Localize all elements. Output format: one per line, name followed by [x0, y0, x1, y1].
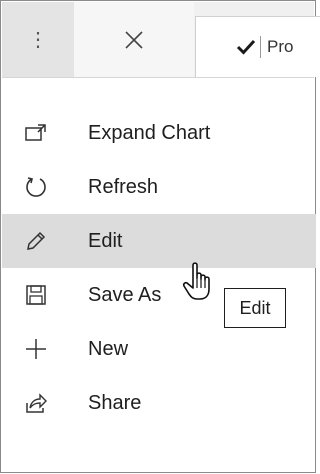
save-icon — [22, 281, 50, 309]
close-icon — [125, 30, 143, 49]
tab-divider — [260, 36, 261, 58]
menu-item-label: Edit — [88, 229, 123, 252]
plus-icon — [22, 335, 50, 363]
menu-item-label: Save As — [88, 283, 162, 306]
more-vertical-icon: ⋮ — [28, 29, 48, 51]
menu-item-refresh[interactable]: Refresh — [2, 160, 316, 214]
share-icon — [22, 389, 50, 417]
top-toolbar: ⋮ Pro — [2, 2, 320, 78]
more-options-button[interactable]: ⋮ — [2, 2, 74, 77]
menu-item-share[interactable]: Share — [2, 376, 316, 430]
tab-label: Pro — [267, 37, 294, 56]
menu-item-edit[interactable]: Edit — [2, 214, 316, 268]
hand-cursor-icon — [182, 262, 210, 300]
window-frame: ⋮ Pro Expand Chart Refresh Edit Save As … — [0, 0, 320, 473]
menu-item-expand-chart[interactable]: Expand Chart — [2, 106, 316, 160]
tooltip: Edit — [224, 288, 286, 328]
checkmark-icon — [236, 39, 256, 55]
menu-item-label: Refresh — [88, 175, 159, 198]
menu-item-label: Expand Chart — [88, 121, 211, 144]
context-menu: Expand Chart Refresh Edit Save As New Sh… — [2, 106, 316, 430]
menu-item-label: Share — [88, 391, 142, 414]
menu-item-new[interactable]: New — [2, 322, 316, 376]
close-button[interactable] — [74, 2, 194, 77]
tab-pro[interactable]: Pro — [195, 16, 320, 77]
refresh-icon — [22, 173, 50, 201]
menu-item-label: New — [88, 337, 129, 360]
tooltip-text: Edit — [239, 297, 271, 318]
expand-icon — [22, 119, 50, 147]
pencil-icon — [22, 227, 50, 255]
